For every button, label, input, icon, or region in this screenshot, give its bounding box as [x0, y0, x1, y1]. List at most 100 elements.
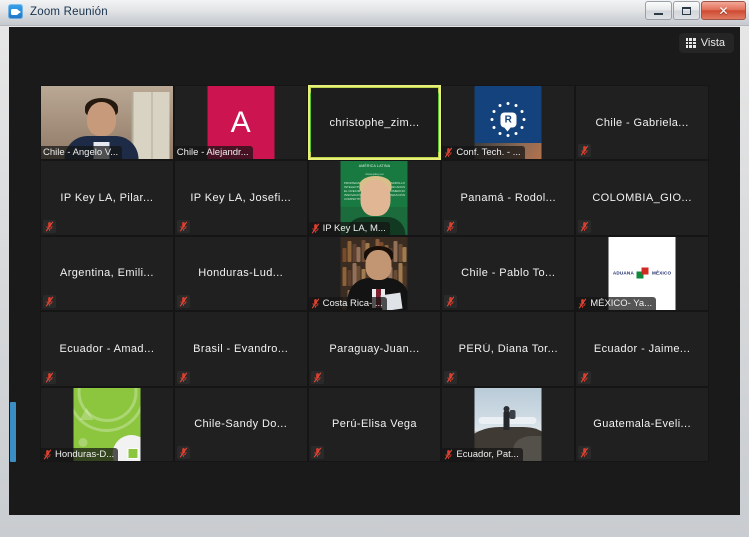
mic-muted-icon: [179, 296, 188, 307]
view-button-label: Vista: [700, 37, 725, 49]
participant-tile[interactable]: Argentina, Emili...: [40, 235, 174, 312]
close-button[interactable]: ✕: [701, 1, 746, 20]
mic-muted-icon: [447, 372, 455, 383]
participant-tile[interactable]: Chile-Sandy Do...: [173, 386, 308, 462]
participant-name: Panamá - Rodol...: [460, 192, 557, 205]
close-icon: ✕: [718, 3, 729, 18]
participant-tile[interactable]: PERÚ, Diana Tor...: [441, 311, 576, 387]
mic-muted-icon: [45, 296, 54, 307]
window-titlebar: Zoom Reunión ✕: [0, 0, 749, 26]
participant-name-badge: Honduras-D...: [41, 447, 119, 461]
participant-name: Paraguay-Juan...: [329, 342, 420, 355]
participant-name: Argentina, Emili...: [59, 267, 154, 280]
participant-tile[interactable]: Ecuador - Amad...: [40, 311, 174, 387]
os-window: Zoom Reunión ✕ Vista Chile - Angelo V...…: [0, 0, 749, 537]
grid-view-icon: [685, 38, 696, 48]
participant-tile[interactable]: Chile - Angelo V...: [40, 85, 174, 161]
participant-tile[interactable]: Chile - Pablo To...: [441, 235, 576, 312]
participant-name-badge: Costa Rica- ...: [308, 297, 387, 311]
mic-muted-icon: [179, 372, 188, 383]
participant-name: Conf. Tech. - ...: [456, 147, 521, 159]
mute-indicator: [444, 219, 458, 233]
participant-name: Chile - Alejandr...: [176, 147, 249, 159]
participant-tile[interactable]: Perú-Elisa Vega: [307, 386, 442, 462]
maximize-button[interactable]: [673, 1, 700, 20]
participant-tile[interactable]: Ecuador, Pat...: [441, 386, 576, 462]
mic-muted-icon: [311, 223, 319, 234]
mic-muted-icon: [179, 447, 188, 458]
mic-muted-icon: [45, 372, 54, 383]
participant-name: PERÚ, Diana Tor...: [458, 342, 558, 355]
mic-muted-icon: [45, 221, 54, 232]
participant-name-badge: IP Key LA, M...: [308, 221, 390, 235]
participant-name: Chile-Sandy Do...: [194, 418, 288, 431]
participant-name: IP Key LA, M...: [322, 222, 386, 234]
gallery-scrollbar-thumb[interactable]: [10, 402, 16, 462]
participant-name: Honduras-D...: [55, 448, 115, 460]
participant-tile[interactable]: COLOMBIA_GIO...: [575, 160, 709, 236]
mic-muted-icon: [580, 447, 589, 458]
mute-indicator: [176, 370, 190, 384]
participant-tile[interactable]: ADUANA MÉXICO MÉXICO- Ya...: [575, 235, 709, 312]
mic-muted-icon: [313, 447, 321, 458]
zoom-camera-icon: [8, 4, 23, 19]
mic-muted-icon: [578, 298, 587, 309]
participant-name-badge: Chile - Alejandr...: [174, 146, 253, 160]
participant-tile[interactable]: Chile - Gabriela...: [575, 85, 709, 161]
mute-indicator: [578, 370, 592, 384]
window-title: Zoom Reunión: [30, 5, 108, 18]
participant-name-badge: MÉXICO- Ya...: [576, 297, 657, 311]
titlebar-left-group: Zoom Reunión: [8, 4, 108, 19]
mute-indicator: [578, 144, 592, 158]
mute-indicator: [310, 445, 324, 459]
participant-tile[interactable]: IP Key LA, Pilar...: [40, 160, 174, 236]
mic-muted-icon: [43, 449, 52, 460]
participant-tile[interactable]: Costa Rica- ...: [307, 235, 442, 312]
participant-name: Costa Rica- ...: [322, 298, 383, 310]
participant-tile[interactable]: A Chile - Alejandr...: [173, 85, 308, 161]
mic-muted-icon: [447, 221, 455, 232]
participant-tile[interactable]: IP Key LA, Josefi...: [173, 160, 308, 236]
participant-tile[interactable]: R Conf. Tech. - ...: [441, 85, 576, 161]
mic-muted-icon: [580, 145, 589, 156]
participant-name: Ecuador - Jaime...: [593, 342, 691, 355]
zoom-meeting-client: Vista Chile - Angelo V... A Chile - Alejan…: [9, 27, 740, 515]
participant-tile[interactable]: Guatemala-Eveli...: [575, 386, 709, 462]
participant-name: IP Key LA, Pilar...: [60, 192, 154, 205]
window-controls: ✕: [645, 1, 746, 20]
participant-name-badge: Chile - Angelo V...: [41, 146, 123, 160]
view-button[interactable]: Vista: [678, 33, 734, 53]
participant-name: Chile - Gabriela...: [595, 116, 689, 129]
participant-tile[interactable]: Ecuador - Jaime...: [575, 311, 709, 387]
top-toolbar: Vista: [678, 32, 734, 54]
participant-name: Ecuador, Pat...: [456, 448, 519, 460]
participant-tile[interactable]: Brasil - Evandro...: [173, 311, 308, 387]
mic-muted-icon: [179, 221, 188, 232]
mute-indicator: [310, 370, 324, 384]
participant-tile[interactable]: Paraguay-Juan...: [307, 311, 442, 387]
maximize-icon: [674, 2, 699, 19]
participant-name: Brasil - Evandro...: [193, 342, 289, 355]
participant-name: Chile - Pablo To...: [461, 267, 556, 280]
mute-indicator: [578, 219, 592, 233]
participant-tile[interactable]: Honduras-D...: [40, 386, 174, 462]
participant-name-badge: Ecuador, Pat...: [442, 447, 523, 461]
mute-indicator: [176, 445, 190, 459]
participant-name: MÉXICO- Ya...: [590, 298, 653, 310]
participant-tile[interactable]: Honduras-Lud...: [173, 235, 308, 312]
participant-name: IP Key LA, Josefi...: [190, 192, 292, 205]
participant-tile[interactable]: AMÉRICA LATINA www.ipkey.eu PROPIEDAD INTE…: [307, 160, 442, 236]
participant-name: Guatemala-Eveli...: [593, 418, 691, 431]
mic-muted-icon: [580, 221, 589, 232]
mute-indicator: [176, 219, 190, 233]
gallery-scrollbar[interactable]: [9, 27, 17, 515]
mute-indicator: [444, 295, 458, 309]
mic-muted-icon: [580, 372, 589, 383]
participant-tile[interactable]: Panamá - Rodol...: [441, 160, 576, 236]
participant-tile-active-speaker[interactable]: christophe_zim...: [307, 85, 442, 161]
mute-indicator: [578, 445, 592, 459]
mic-muted-icon: [313, 372, 321, 383]
mic-muted-icon: [311, 298, 319, 309]
minimize-button[interactable]: [645, 1, 672, 20]
mute-indicator: [43, 219, 56, 233]
